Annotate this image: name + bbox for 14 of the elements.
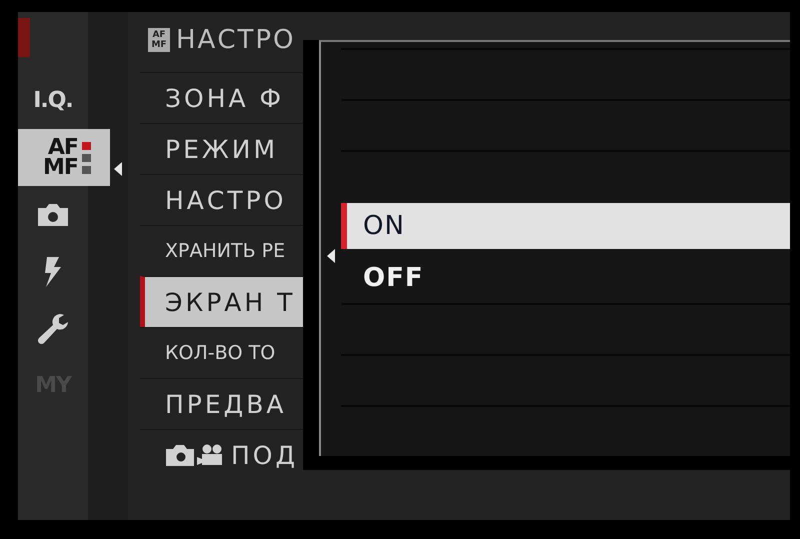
menu-title: НАСТРО (176, 25, 296, 55)
pointer-icon (114, 162, 122, 176)
af-mf-badge: AF MF (148, 28, 170, 52)
option-item[interactable]: ON (341, 203, 790, 249)
camera-icon (36, 202, 70, 226)
menu-item[interactable]: ПОД (140, 429, 303, 480)
menu-item[interactable]: ЭКРАН Т (140, 276, 303, 327)
scroll-marker (18, 18, 30, 57)
menu-tab[interactable]: AF MF (18, 129, 110, 186)
lightning-icon (43, 256, 63, 286)
option-item[interactable]: OFF (341, 252, 790, 303)
pointer-icon (327, 249, 335, 263)
menu-tab[interactable]: I.Q. (18, 72, 88, 129)
wrench-icon (36, 312, 70, 346)
